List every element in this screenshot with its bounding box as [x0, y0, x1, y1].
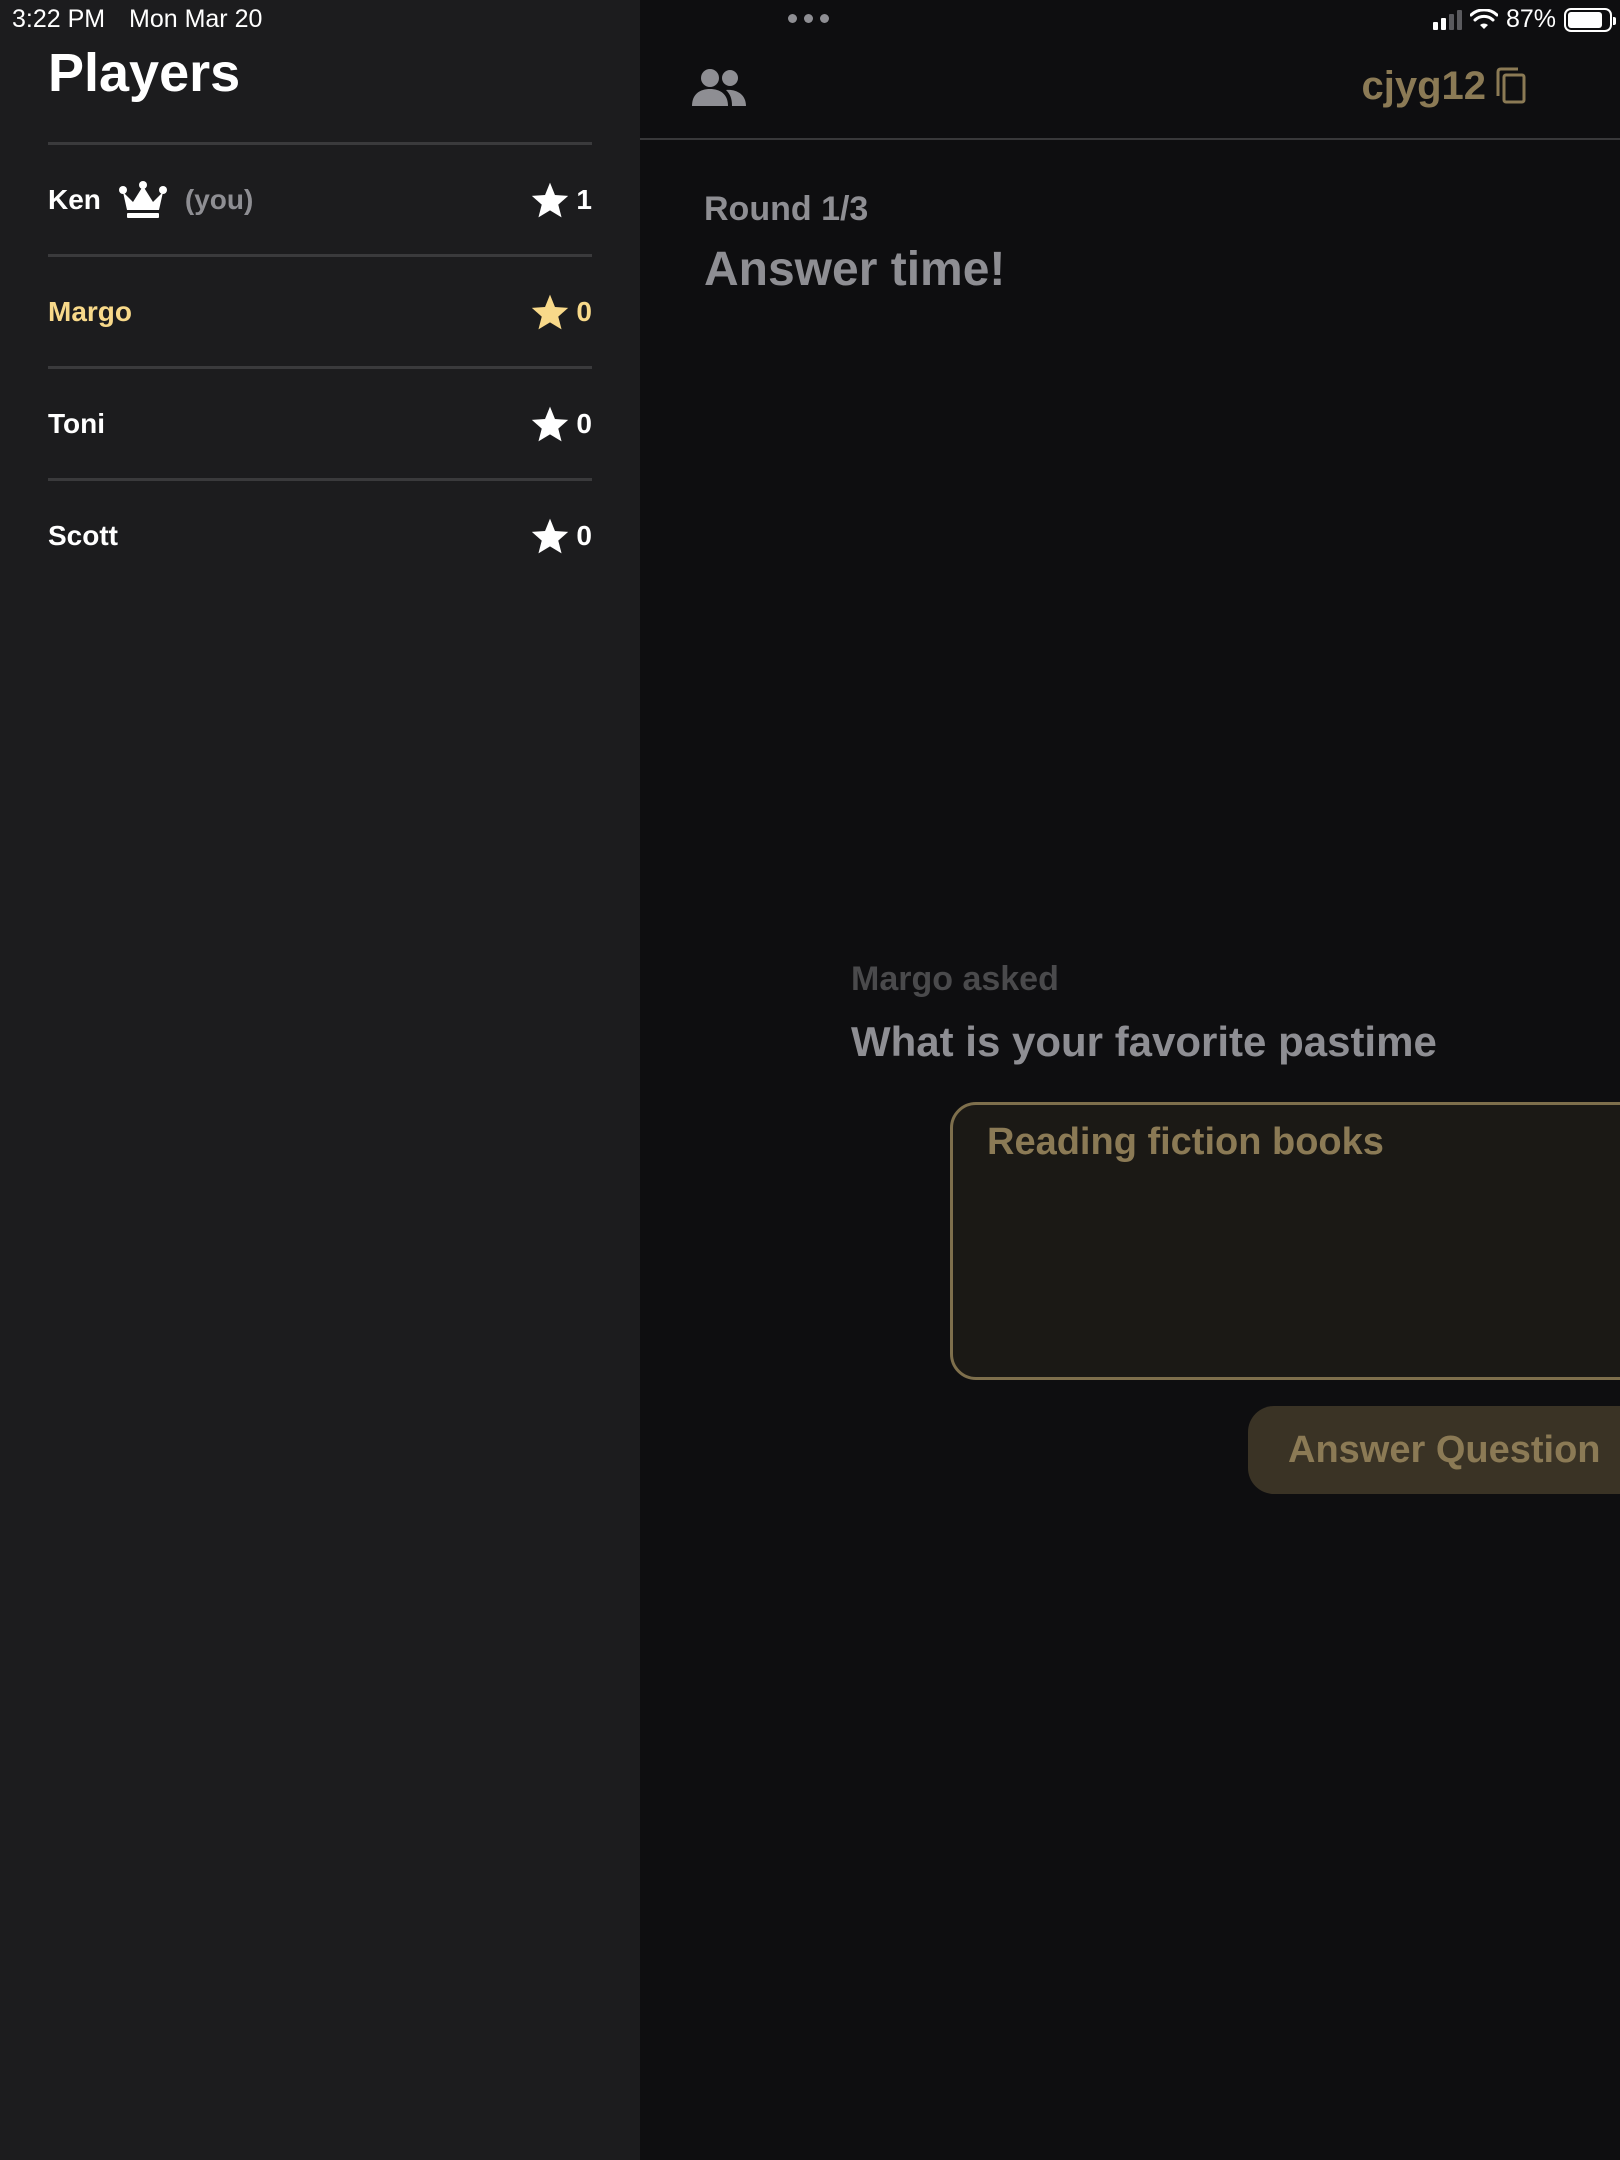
status-bar: 3:22 PM Mon Mar 20 87% — [0, 0, 1620, 40]
crown-icon — [118, 180, 167, 218]
player-row-ken[interactable]: Ken (you) 1 — [48, 142, 592, 254]
answer-question-button-label: Answer Question — [1288, 1428, 1601, 1471]
star-icon — [532, 294, 569, 329]
you-label: (you) — [184, 183, 254, 215]
top-bar: cjyg12 — [640, 40, 1620, 140]
phase-title: Answer time! — [704, 243, 1006, 296]
wifi-icon — [1469, 8, 1498, 29]
answer-input-value: Reading fiction books — [987, 1121, 1384, 1163]
players-list: Ken (you) 1 Margo 0 Toni 0 Scott 0 — [48, 142, 592, 590]
player-row-toni[interactable]: Toni 0 — [48, 366, 592, 478]
player-score: 1 — [530, 181, 592, 219]
status-date: Mon Mar 20 — [129, 5, 263, 33]
score-value: 0 — [576, 407, 592, 439]
answer-question-button[interactable]: Answer Question — [1248, 1406, 1620, 1494]
room-code: cjyg12 — [1361, 64, 1486, 108]
copy-icon[interactable] — [1494, 66, 1528, 106]
status-indicators: 87% — [1432, 5, 1616, 34]
question-text: What is your favorite pastime — [851, 1018, 1437, 1065]
player-row-margo[interactable]: Margo 0 — [48, 254, 592, 366]
player-name: Margo — [48, 295, 132, 327]
main-panel: cjyg12 Round 1/3 Answer time! Margo aske… — [640, 0, 1620, 2160]
player-name: Ken — [48, 183, 101, 215]
multitasking-dots-icon[interactable] — [788, 14, 829, 23]
asker-label: Margo asked — [851, 960, 1059, 998]
star-icon — [532, 518, 569, 553]
score-value: 0 — [576, 519, 592, 551]
player-score: 0 — [530, 293, 592, 331]
player-score: 0 — [530, 405, 592, 443]
battery-icon — [1564, 7, 1616, 32]
status-time: 3:22 PM — [12, 5, 106, 33]
sidebar-title: Players — [48, 43, 241, 103]
player-row-scott[interactable]: Scott 0 — [48, 478, 592, 590]
score-value: 1 — [576, 183, 592, 215]
answer-input[interactable]: Reading fiction books — [950, 1102, 1620, 1380]
player-name: Scott — [48, 519, 118, 551]
battery-percent: 87% — [1505, 5, 1556, 33]
star-icon — [532, 182, 569, 217]
score-value: 0 — [576, 295, 592, 327]
players-sidebar: Players Ken (you) 1 Margo 0 Toni 0 Scott… — [0, 0, 640, 2160]
player-name: Toni — [48, 407, 106, 439]
star-icon — [532, 406, 569, 441]
round-label: Round 1/3 — [704, 190, 869, 228]
people-icon[interactable] — [690, 66, 748, 110]
signal-icon — [1432, 9, 1462, 30]
player-score: 0 — [530, 517, 592, 555]
